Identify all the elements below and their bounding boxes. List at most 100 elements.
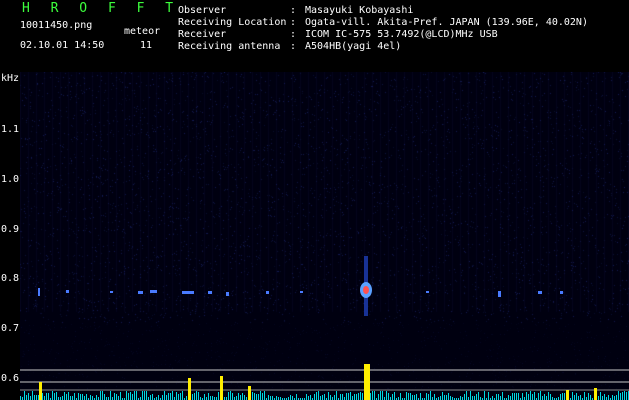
spectrum-bin xyxy=(194,393,195,400)
spectrum-bin xyxy=(232,393,233,400)
spectrum-bin xyxy=(26,395,27,400)
spectrum-bin xyxy=(292,396,293,400)
spectrum-bin xyxy=(464,394,465,400)
spectrum-bin xyxy=(428,394,429,400)
spectrum-bin xyxy=(254,393,255,400)
spectrum-bin xyxy=(612,395,613,400)
spectrum-bin xyxy=(488,392,489,400)
spectrum-bin xyxy=(370,393,371,400)
receiver-value: ICOM IC-575 53.7492(@LCD)MHz USB xyxy=(305,29,498,40)
spectrum-bin xyxy=(574,395,575,400)
spectrum-bin xyxy=(150,395,151,400)
spectrum-bin xyxy=(430,391,431,400)
spectrum-bin xyxy=(196,391,197,400)
spectrum-peak xyxy=(188,378,191,400)
spectrum-bin xyxy=(104,394,105,400)
spectrum-bin xyxy=(434,394,435,400)
spectrum-bin xyxy=(102,391,103,400)
spectrum-bin xyxy=(354,394,355,400)
spectrum-bin xyxy=(514,393,515,400)
spectrum-bin xyxy=(74,393,75,400)
spectrum-bin xyxy=(602,396,603,400)
spectrum-bin xyxy=(62,396,63,400)
spectrum-bin xyxy=(442,392,443,400)
spectrum-bin xyxy=(142,391,143,400)
spectrum-bin xyxy=(114,393,115,400)
spectrum-bin xyxy=(472,396,473,400)
spectrum-bin xyxy=(120,392,121,400)
spectrum-bin xyxy=(218,392,219,400)
spectrum-bin xyxy=(540,391,541,400)
spectrum-bin xyxy=(420,393,421,400)
spectrum-bin xyxy=(544,394,545,400)
spectrum-bin xyxy=(228,392,229,400)
spectrum-bin xyxy=(264,391,265,400)
spectrum-bin xyxy=(614,396,615,400)
echo-mark xyxy=(426,291,429,293)
y-unit-label: kHz xyxy=(1,73,20,84)
spectrum-bin xyxy=(322,395,323,400)
spectrum-bin xyxy=(240,395,241,400)
spectrum-bin xyxy=(572,392,573,400)
spectrum-bin xyxy=(336,391,337,400)
spectrum-bin xyxy=(380,391,381,400)
spectrum-bin xyxy=(408,393,409,400)
spectrum-bin xyxy=(152,394,153,400)
spectrum-bin xyxy=(334,395,335,400)
spectrum-bin xyxy=(24,391,25,400)
spectrum-bin xyxy=(182,391,183,400)
observer-label: Observer xyxy=(178,5,227,16)
spectrum-bin xyxy=(378,394,379,400)
y-tick-label: 0.6 xyxy=(1,373,20,384)
spectrum-bin xyxy=(92,396,93,400)
spectrum-bin xyxy=(306,394,307,400)
spectrum-bin xyxy=(542,396,543,400)
spectrum-bin xyxy=(604,394,605,400)
spectrum-peak xyxy=(364,364,370,400)
spectrum-bin xyxy=(626,392,627,400)
spectrum-bin xyxy=(238,393,239,400)
spectrum-bin xyxy=(314,394,315,400)
observer-sep: : xyxy=(290,5,297,16)
spectrum-bin xyxy=(340,394,341,400)
spectrum-bin xyxy=(244,395,245,400)
spectrum-bin xyxy=(70,396,71,400)
echo-row xyxy=(38,288,563,297)
spectrum-bin xyxy=(36,395,37,400)
spectrum-bin xyxy=(510,396,511,400)
spectrum-bin xyxy=(478,392,479,400)
echo-mark xyxy=(208,291,212,294)
spectrum-bin xyxy=(192,394,193,400)
spectrum-bin xyxy=(460,396,461,400)
spectrum-bin xyxy=(256,394,257,400)
spectrum-bin xyxy=(620,393,621,400)
spectrum-bin xyxy=(444,395,445,400)
spectrum-bin xyxy=(20,396,21,400)
spectrum-bin xyxy=(532,394,533,400)
spectrum-bin xyxy=(410,393,411,400)
spectrum-bin xyxy=(90,395,91,400)
spectrum-bin xyxy=(588,393,589,400)
y-tick-label: 1.1 xyxy=(1,124,20,135)
echo-mark xyxy=(266,291,269,294)
spectrum-bin xyxy=(584,392,585,400)
spectrum-bin xyxy=(358,393,359,400)
spectrum-bin xyxy=(296,394,297,400)
spectrum-bin xyxy=(448,393,449,400)
spectrum-bin xyxy=(236,396,237,400)
app-title: H R O F F T xyxy=(22,1,180,16)
echo-mark xyxy=(300,291,303,293)
spectrum-bin xyxy=(210,396,211,400)
spectrum-bin xyxy=(616,395,617,400)
spectrum-bin xyxy=(270,396,271,400)
spectrum-bin xyxy=(318,391,319,400)
spectrum-bin xyxy=(466,391,467,400)
spectrum-bin xyxy=(392,394,393,400)
spectrum-bin xyxy=(590,395,591,400)
spectrum-bin xyxy=(576,393,577,400)
spectrum-bin xyxy=(388,393,389,400)
spectrum-bin xyxy=(394,392,395,400)
spectrum-bin xyxy=(178,394,179,400)
spectrum-bin xyxy=(342,394,343,400)
spectrum-bin xyxy=(618,391,619,400)
